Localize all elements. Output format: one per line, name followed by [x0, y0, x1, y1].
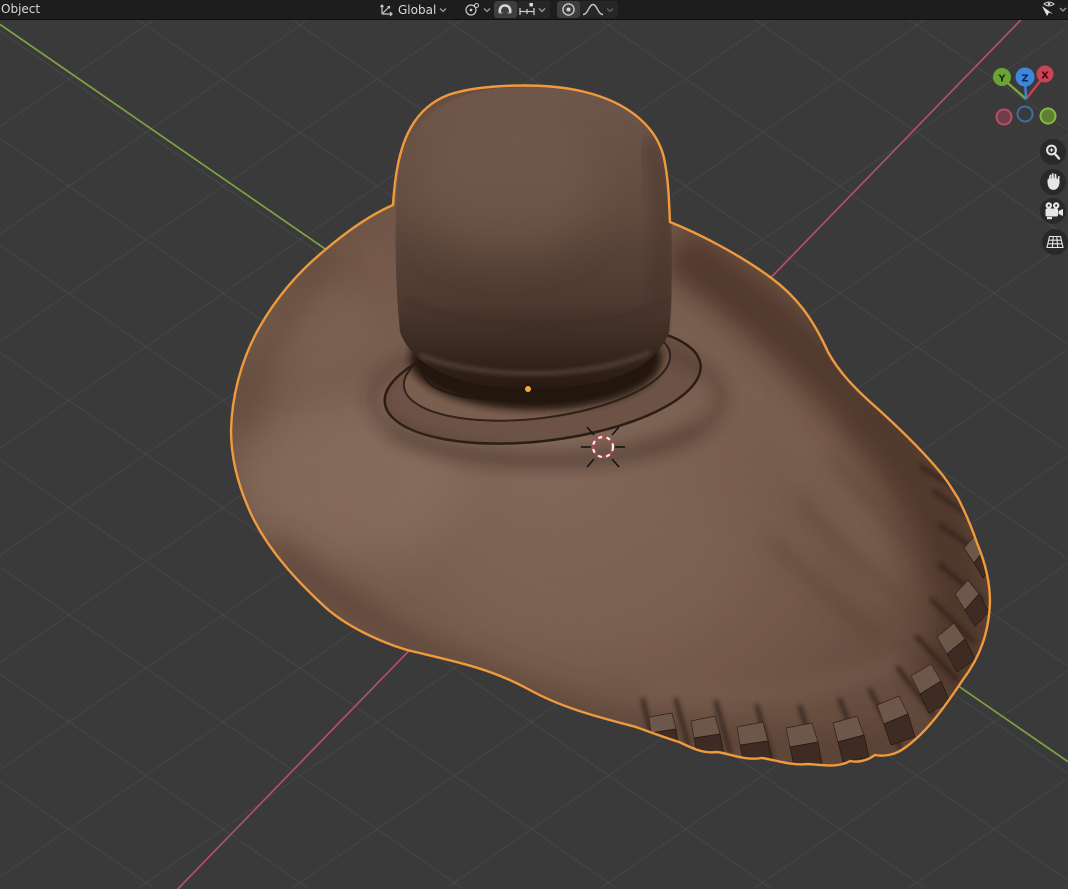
viewport-3d[interactable]: Y X Z	[0, 19, 1068, 889]
perspective-toggle-button[interactable]	[1042, 229, 1068, 255]
nav-gizmo[interactable]: Y X Z	[993, 65, 1057, 126]
viewport-tools	[1040, 139, 1068, 255]
object-origin-dot	[523, 384, 533, 394]
chevron-down-icon	[483, 7, 491, 12]
camera-view-button[interactable]	[1040, 198, 1066, 224]
visibility-dropdown[interactable]	[1036, 0, 1068, 19]
axis-ball-x-negative[interactable]	[995, 108, 1013, 126]
snap-toggle[interactable]	[494, 1, 517, 18]
magnet-icon	[498, 4, 512, 15]
pivot-point-dropdown[interactable]	[462, 0, 492, 19]
transform-orientation-icon	[380, 4, 393, 17]
snap-mode-dropdown[interactable]	[517, 1, 550, 18]
sculpted-foot-model[interactable]	[229, 84, 995, 767]
falloff-curve-icon	[582, 3, 614, 16]
viewport-header: Object Global	[0, 0, 1068, 20]
pan-button[interactable]	[1040, 169, 1066, 195]
axis-ball-z-negative[interactable]	[1016, 105, 1034, 123]
proportional-falloff-dropdown[interactable]	[580, 1, 618, 18]
chevron-down-icon	[439, 7, 447, 12]
axis-ball-y-negative[interactable]	[1039, 107, 1057, 125]
svg-text:Y: Y	[997, 74, 1006, 85]
proportional-editing-toggle[interactable]	[557, 1, 580, 18]
ankle-knob	[395, 87, 673, 389]
axis-ball-x-positive[interactable]: X	[1036, 65, 1054, 83]
scene: Y X Z	[0, 19, 1068, 889]
orientation-dropdown[interactable]: Global	[378, 0, 448, 19]
eye-cursor-icon	[1042, 1, 1067, 16]
axis-ball-y-positive[interactable]: Y	[993, 68, 1011, 86]
axis-ball-z-positive[interactable]: Z	[1015, 67, 1035, 87]
mode-label[interactable]: Object	[1, 2, 40, 16]
pivot-point-icon	[465, 2, 480, 16]
svg-text:Z: Z	[1021, 74, 1028, 85]
zoom-button[interactable]	[1040, 139, 1066, 165]
increment-snap-icon	[519, 3, 546, 15]
orientation-label: Global	[398, 2, 437, 17]
svg-text:X: X	[1041, 71, 1049, 82]
proportional-editing-icon	[562, 3, 575, 16]
